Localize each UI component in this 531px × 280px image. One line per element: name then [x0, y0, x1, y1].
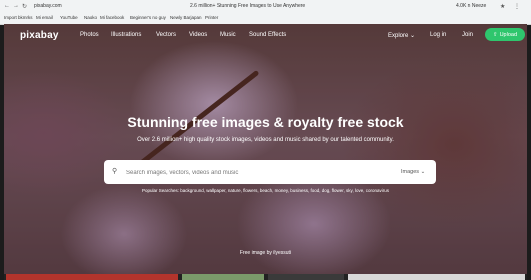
bookmark-item[interactable]: Naoko — [84, 15, 97, 20]
join-link[interactable]: Join — [462, 32, 473, 38]
gallery-preview-strip — [4, 274, 527, 280]
search-input[interactable] — [124, 165, 368, 181]
bookmark-item[interactable]: Beginner's no guy — [130, 15, 166, 20]
search-icon[interactable]: ⚲ — [112, 167, 117, 175]
bookmark-item[interactable]: Mi email — [36, 15, 53, 20]
browser-toolbar: ← → ↻ pixabay.com 2.6 million+ Stunning … — [0, 0, 531, 12]
gallery-thumbnail[interactable] — [268, 274, 344, 280]
chevron-down-icon: ⌄ — [420, 169, 426, 175]
bookmarks-bar: Import bkmrks Mi email YouTube Naoko Mi … — [0, 13, 531, 23]
search-type-select[interactable]: Images ⌄ — [401, 169, 425, 175]
nav-illustrations[interactable]: Illustrations — [111, 32, 141, 38]
forward-icon[interactable]: → — [13, 3, 19, 9]
toolbar-status[interactable]: 4.0K n Neeze — [456, 3, 486, 9]
reload-icon[interactable]: ↻ — [22, 3, 27, 10]
menu-icon[interactable]: ⋮ — [514, 3, 520, 10]
upload-label: Upload — [499, 31, 518, 38]
pixabay-logo[interactable]: pixabay — [20, 30, 59, 41]
address-bar[interactable]: pixabay.com — [34, 3, 62, 9]
bookmark-item[interactable]: Newly Barjapan — [170, 15, 202, 20]
upload-button[interactable]: ⇧ Upload — [485, 28, 525, 41]
popular-searches[interactable]: Popular Searches: background, wallpaper,… — [4, 188, 527, 193]
tab-title[interactable]: 2.6 million+ Stunning Free Images to Use… — [190, 3, 305, 9]
nav-music[interactable]: Music — [220, 32, 236, 38]
nav-explore[interactable]: Explore ⌄ — [388, 32, 415, 39]
nav-videos[interactable]: Videos — [189, 32, 207, 38]
back-icon[interactable]: ← — [4, 3, 10, 9]
bookmark-item[interactable]: Import bkmrks — [4, 15, 33, 20]
login-link[interactable]: Log in — [430, 32, 446, 38]
bookmark-item[interactable]: Mi facebook — [100, 15, 124, 20]
hero-title: Stunning free images & royalty free stoc… — [127, 114, 404, 130]
bookmark-item[interactable]: YouTube — [60, 15, 78, 20]
bookmark-item[interactable]: Printer — [205, 15, 218, 20]
browser-chrome: ← → ↻ pixabay.com 2.6 million+ Stunning … — [0, 0, 531, 25]
gallery-thumbnail[interactable] — [6, 274, 178, 280]
search-bar: ⚲ Images ⌄ — [104, 160, 436, 184]
hero-subtitle: Over 2.6 million+ high quality stock ima… — [137, 137, 394, 143]
extension-icon[interactable]: ★ — [500, 3, 505, 10]
hero-overlay — [4, 24, 527, 274]
image-credit[interactable]: Free image by ilyessuti — [4, 250, 527, 256]
gallery-thumbnail[interactable] — [182, 274, 264, 280]
nav-sound-effects[interactable]: Sound Effects — [249, 32, 286, 38]
upload-icon: ⇧ — [492, 31, 498, 38]
search-type-label: Images — [401, 169, 420, 175]
nav-vectors[interactable]: Vectors — [156, 32, 176, 38]
gallery-thumbnail[interactable] — [348, 274, 525, 280]
nav-photos[interactable]: Photos — [80, 32, 99, 38]
chevron-down-icon: ⌄ — [410, 33, 416, 39]
explore-label: Explore — [388, 33, 409, 39]
hero-section: pixabay Photos Illustrations Vectors Vid… — [4, 24, 527, 274]
